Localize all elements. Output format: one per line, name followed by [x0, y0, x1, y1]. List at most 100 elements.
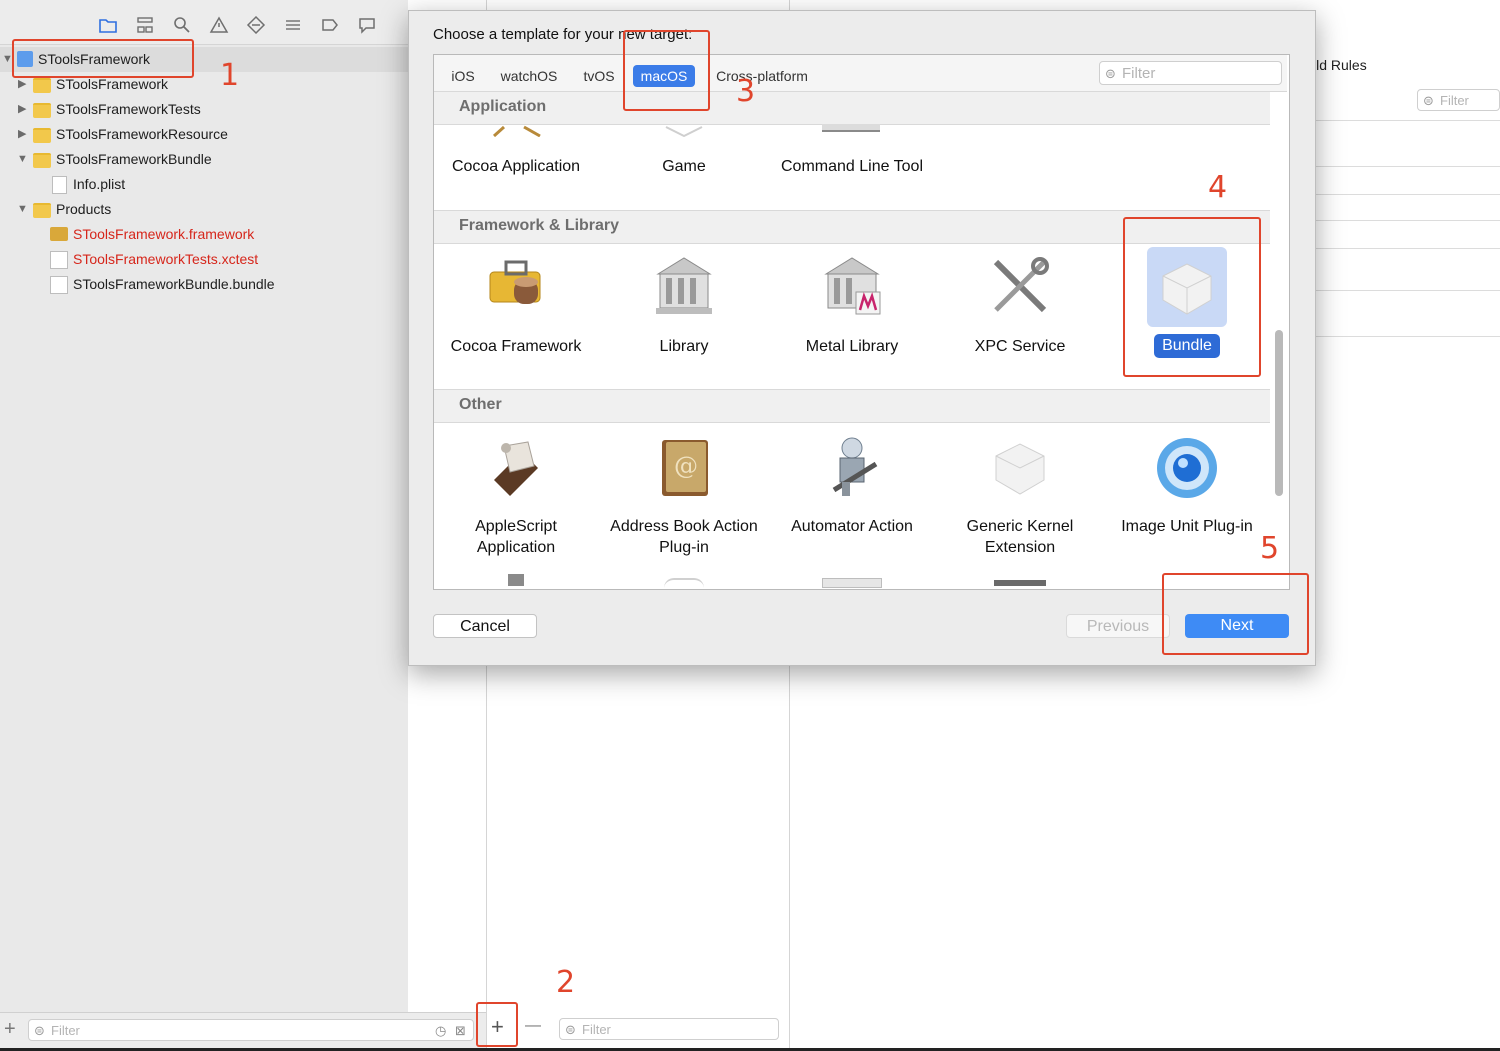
tree-item-label: Info.plist: [73, 176, 126, 192]
add-icon[interactable]: +: [4, 1018, 16, 1041]
annotation-box-4: [1123, 217, 1261, 377]
cancel-button[interactable]: Cancel: [433, 614, 537, 638]
metal-library-icon: [820, 254, 884, 318]
annotation-number-1: 1: [220, 58, 240, 93]
template-image-unit-plugin[interactable]: Image Unit Plug-in: [1116, 516, 1258, 537]
divider: [1313, 166, 1500, 167]
automator-robot-icon: [820, 436, 884, 500]
disclosure-triangle-icon[interactable]: ▼: [17, 197, 28, 221]
filter-placeholder: Filter: [582, 1022, 611, 1037]
navigator-filter-field[interactable]: ⊜ Filter ◷ ⊠: [28, 1019, 474, 1041]
tree-item-label: Products: [56, 201, 112, 217]
report-icon[interactable]: [355, 16, 379, 40]
tree-item-label: SToolsFrameworkBundle.bundle: [73, 276, 275, 292]
svg-text:@: @: [674, 452, 698, 480]
settings-filter-field[interactable]: ⊜ Filter: [1417, 89, 1500, 111]
folder-icon: [33, 203, 51, 218]
test-diamond-icon[interactable]: [244, 15, 268, 40]
library-building-icon: [652, 254, 716, 318]
template-command-line-tool[interactable]: Command Line Tool: [772, 156, 932, 177]
kernel-extension-icon: [988, 436, 1052, 500]
filter-icon: ⊜: [1105, 66, 1116, 81]
divider: [1313, 120, 1500, 121]
annotation-box-2: [476, 1002, 518, 1047]
tree-item-label: SToolsFramework.framework: [73, 226, 255, 242]
warning-icon[interactable]: [207, 16, 231, 40]
disclosure-triangle-icon[interactable]: ▶: [18, 122, 26, 146]
search-icon[interactable]: [170, 16, 194, 40]
template-game[interactable]: Game: [604, 156, 764, 177]
hierarchy-icon[interactable]: [133, 16, 157, 40]
template-library[interactable]: Library: [604, 336, 764, 357]
template-cocoa-application[interactable]: Cocoa Application: [436, 156, 596, 177]
template-metal-library[interactable]: Metal Library: [772, 336, 932, 357]
filter-icon: ⊜: [34, 1023, 45, 1038]
bundle-file-icon: [50, 276, 68, 294]
cocoa-application-icon: [484, 124, 548, 138]
game-icon: [664, 124, 728, 138]
template-cocoa-framework[interactable]: Cocoa Framework: [436, 336, 596, 357]
section-title: Other: [459, 396, 502, 413]
debug-list-icon[interactable]: [281, 16, 305, 40]
disclosure-triangle-icon[interactable]: ▶: [18, 97, 26, 121]
filter-icon: ⊜: [1423, 93, 1434, 108]
tab-ios[interactable]: iOS: [446, 65, 480, 87]
divider: [1313, 220, 1500, 221]
xpc-service-icon: [988, 254, 1052, 318]
section-header-other: Other: [434, 389, 1270, 423]
folder-icon: [33, 78, 51, 93]
plist-file-icon: [52, 176, 67, 194]
build-rules-tab[interactable]: ild Rules: [1313, 57, 1367, 73]
template-applescript-application[interactable]: AppleScript Application: [436, 516, 596, 558]
toolbox-icon: [484, 254, 548, 318]
folder-icon: [33, 153, 51, 168]
template-scrollbar[interactable]: [1275, 330, 1283, 496]
annotation-box-1: [12, 39, 194, 78]
filter-placeholder: Filter: [1440, 93, 1469, 108]
partial-template-icon: [994, 580, 1046, 586]
xctest-file-icon: [50, 251, 68, 269]
tab-cross-platform[interactable]: Cross-platform: [710, 65, 814, 87]
annotation-box-3: [623, 30, 710, 111]
tree-item-label: SToolsFrameworkTests.xctest: [73, 251, 259, 267]
navigator-bottom-bar: + ⊜ Filter ◷ ⊠: [0, 1012, 486, 1049]
annotation-number-3: 3: [736, 74, 756, 109]
previous-button[interactable]: Previous: [1066, 614, 1170, 638]
filter-placeholder: Filter: [1122, 65, 1156, 82]
image-unit-icon: [1155, 436, 1219, 500]
template-address-book-action-plugin[interactable]: Address Book Action Plug-in: [604, 516, 764, 558]
annotation-box-5: [1162, 573, 1309, 655]
folder-icon[interactable]: [96, 16, 120, 40]
filter-icon: ⊜: [565, 1022, 576, 1037]
applescript-scroll-icon: [484, 436, 548, 500]
disclosure-triangle-icon[interactable]: ▼: [17, 147, 28, 171]
filter-placeholder: Filter: [51, 1023, 80, 1038]
recent-clock-icon[interactable]: ◷: [435, 1020, 446, 1042]
tab-tvos[interactable]: tvOS: [578, 65, 620, 87]
command-line-tool-icon: [822, 124, 880, 132]
tab-watchos[interactable]: watchOS: [494, 65, 564, 87]
partial-template-icon: [822, 578, 882, 588]
divider: [1313, 194, 1500, 195]
framework-icon: [50, 227, 68, 241]
template-automator-action[interactable]: Automator Action: [772, 516, 932, 537]
template-generic-kernel-extension[interactable]: Generic Kernel Extension: [940, 516, 1100, 558]
breakpoint-icon[interactable]: [318, 16, 342, 40]
folder-icon: [33, 128, 51, 143]
tree-item-label: SToolsFrameworkBundle: [56, 151, 212, 167]
remove-target-button[interactable]: —: [525, 1017, 541, 1035]
section-header-application: Application: [434, 91, 1270, 125]
tree-item-label: SToolsFrameworkTests: [56, 101, 201, 117]
template-xpc-service[interactable]: XPC Service: [940, 336, 1100, 357]
build-settings-pane: ild Rules ⊜ Filter: [1313, 0, 1500, 340]
address-book-icon: @: [652, 436, 716, 500]
divider: [1313, 290, 1500, 291]
section-title: Framework & Library: [459, 217, 620, 234]
tree-item-label: SToolsFrameworkResource: [56, 126, 228, 142]
divider: [1313, 248, 1500, 249]
template-filter-field[interactable]: ⊜ Filter: [1099, 61, 1282, 85]
scm-filter-icon[interactable]: ⊠: [455, 1020, 466, 1042]
annotation-number-5: 5: [1260, 531, 1280, 566]
partial-template-icon: [508, 574, 524, 586]
targets-filter-field[interactable]: ⊜ Filter: [559, 1018, 779, 1040]
